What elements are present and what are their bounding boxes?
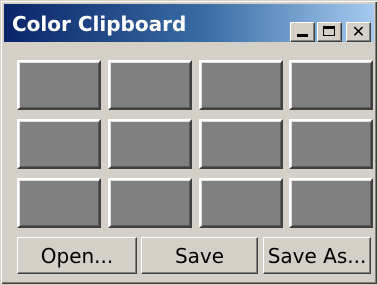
- maximize-icon[interactable]: [317, 22, 342, 42]
- save-button[interactable]: Save: [141, 237, 258, 274]
- color-swatch[interactable]: [17, 119, 101, 169]
- color-swatch[interactable]: [289, 119, 373, 169]
- color-swatch[interactable]: [199, 119, 283, 169]
- color-swatch[interactable]: [289, 60, 373, 110]
- open-button[interactable]: Open...: [17, 237, 137, 274]
- swatch-grid: [17, 60, 373, 228]
- color-swatch[interactable]: [199, 178, 283, 228]
- close-icon[interactable]: [346, 22, 371, 42]
- color-swatch[interactable]: [108, 119, 192, 169]
- window-title: Color Clipboard: [12, 12, 187, 36]
- color-swatch[interactable]: [108, 178, 192, 228]
- color-clipboard-window: Color Clipboard Open... Save Save As...: [0, 0, 378, 285]
- minimize-icon[interactable]: [290, 22, 315, 42]
- color-swatch[interactable]: [108, 60, 192, 110]
- save-as-button[interactable]: Save As...: [263, 237, 371, 274]
- title-bar[interactable]: Color Clipboard: [4, 4, 374, 42]
- color-swatch[interactable]: [17, 178, 101, 228]
- color-swatch[interactable]: [199, 60, 283, 110]
- color-swatch[interactable]: [289, 178, 373, 228]
- color-swatch[interactable]: [17, 60, 101, 110]
